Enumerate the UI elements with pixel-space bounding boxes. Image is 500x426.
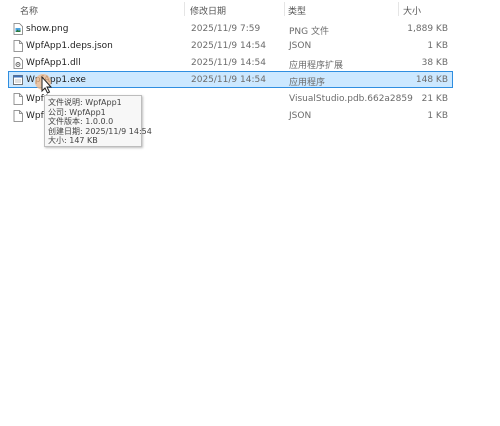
file-size: 1,889 KB [407,24,448,34]
file-type: JSON [289,111,312,121]
column-header-type[interactable]: 类型 [288,4,306,17]
file-type: VisualStudio.pdb.662a2859 [289,94,413,104]
column-header: 名称 修改日期 类型 大小 [0,0,500,17]
file-size: 1 KB [427,41,448,51]
column-divider[interactable] [398,2,399,16]
file-type: 应用程序 [289,78,326,88]
dll-file-icon [13,57,23,69]
file-type: JSON [289,41,312,51]
file-row[interactable]: WpfApp1.deps.json 2025/11/9 14:54 JSON 1… [8,37,453,54]
file-size: 1 KB [427,111,448,121]
file-name: WpfApp1.dll [26,58,81,68]
json-file-icon [13,40,23,52]
file-date: 2025/11/9 14:54 [191,75,266,85]
mouse-cursor-icon [35,74,53,94]
column-header-date[interactable]: 修改日期 [190,4,226,17]
file-row[interactable]: WpfApp1.dll 2025/11/9 14:54 应用程序扩展 38 KB [8,54,453,71]
file-info-tooltip: 文件说明: WpfApp1 公司: WpfApp1 文件版本: 1.0.0.0 … [44,95,152,147]
pdb-file-icon [13,93,23,105]
column-divider[interactable] [184,2,185,16]
tooltip-version: 文件版本: 1.0.0.0 [48,117,114,126]
file-size: 38 KB [421,58,448,68]
png-file-icon [13,23,23,35]
file-row-selected[interactable]: WpfApp1.exe 2025/11/9 14:54 应用程序 148 KB [8,71,453,88]
file-date: 2025/11/9 7:59 [191,24,261,34]
file-date: 2025/11/9 14:54 [191,41,266,51]
tooltip-size: 大小: 147 KB [48,136,98,145]
file-type: PNG 文件 [289,27,329,37]
tooltip-company: 公司: WpfApp1 [48,107,106,117]
file-name: show.png [26,24,69,34]
tooltip-created: 创建日期: 2025/11/9 14:54 [48,126,152,136]
column-header-size[interactable]: 大小 [403,4,421,17]
file-size: 148 KB [415,75,448,85]
file-type: 应用程序扩展 [289,61,344,71]
file-row[interactable]: show.png 2025/11/9 7:59 PNG 文件 1,889 KB [8,20,453,37]
column-header-name[interactable]: 名称 [20,4,38,17]
file-date: 2025/11/9 14:54 [191,58,266,68]
json-file-icon [13,110,23,122]
column-divider[interactable] [284,2,285,16]
file-name: WpfApp1.deps.json [26,41,113,51]
file-size: 21 KB [421,94,448,104]
tooltip-description: 文件说明: WpfApp1 [48,98,122,107]
exe-file-icon [13,75,23,85]
